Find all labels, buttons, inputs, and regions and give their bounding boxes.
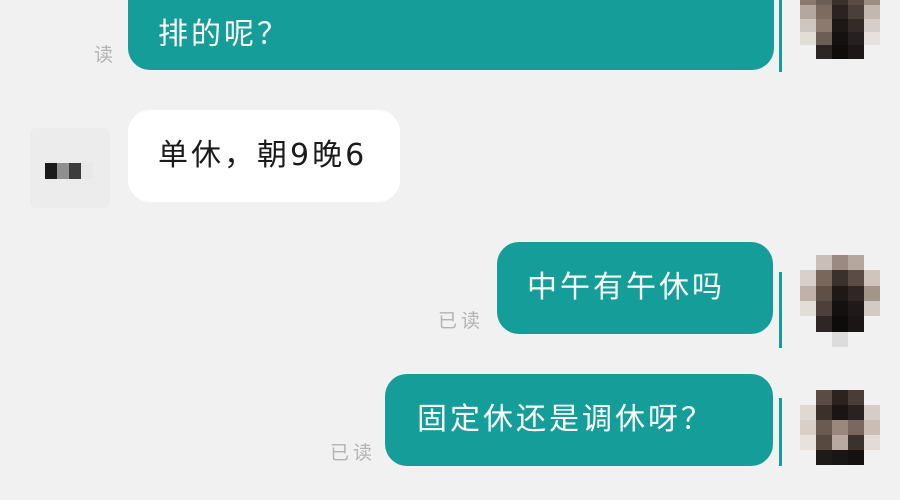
read-receipt: 已读 <box>330 442 377 464</box>
my-avatar-pixelated[interactable] <box>800 0 880 72</box>
outgoing-message-bubble[interactable]: 固定休还是调休呀？ <box>385 374 773 466</box>
incoming-message-bubble[interactable]: 单休，朝9晚6 <box>128 110 400 202</box>
bubble-edge-line <box>779 398 782 466</box>
my-avatar-pixelated[interactable] <box>800 255 880 347</box>
outgoing-message-bubble[interactable]: 排的呢？ <box>128 0 774 70</box>
message-text: 固定休还是调休呀？ <box>417 402 714 437</box>
read-receipt: 已读 <box>438 310 485 332</box>
chat-message-list[interactable]: 排的呢？ 读 单休，朝9晚6 中午有午休吗 已读 固定休还是调休呀？ 已读 <box>0 0 900 500</box>
bubble-edge-line <box>779 272 782 348</box>
outgoing-message-bubble[interactable]: 中午有午休吗 <box>497 242 773 334</box>
read-receipt: 读 <box>94 44 118 66</box>
other-avatar-pixelated[interactable] <box>45 163 93 179</box>
message-text: 单休，朝9晚6 <box>158 138 368 173</box>
my-avatar-pixelated[interactable] <box>800 390 880 480</box>
message-text: 排的呢？ <box>158 17 290 52</box>
message-text: 中午有午休吗 <box>527 270 725 305</box>
bubble-edge-line <box>779 0 782 72</box>
